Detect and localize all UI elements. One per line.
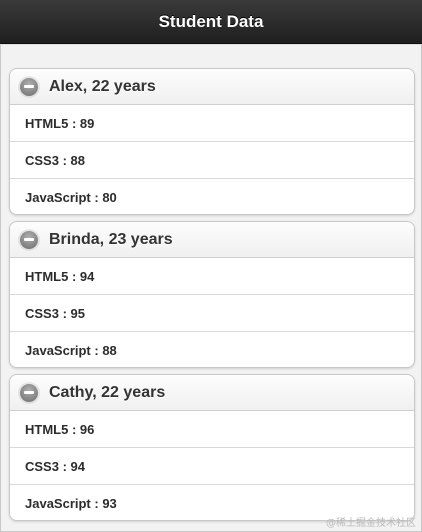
student-card-cathy: Cathy, 22 years HTML5 : 96 CSS3 : 94 Jav…: [9, 374, 415, 521]
page-header: Student Data: [0, 0, 422, 44]
student-name: Alex, 22 years: [49, 77, 156, 95]
list-item: HTML5 : 89: [10, 105, 414, 142]
list-item: CSS3 : 94: [10, 448, 414, 485]
list-item: JavaScript : 80: [10, 179, 414, 214]
list-item: JavaScript : 88: [10, 332, 414, 367]
minus-circle-icon[interactable]: [20, 230, 38, 249]
list-item: HTML5 : 94: [10, 258, 414, 295]
collapsible-header[interactable]: Brinda, 23 years: [10, 222, 414, 258]
content-area: Alex, 22 years HTML5 : 89 CSS3 : 88 Java…: [0, 45, 422, 532]
student-card-brinda: Brinda, 23 years HTML5 : 94 CSS3 : 95 Ja…: [9, 221, 415, 368]
list-item: CSS3 : 95: [10, 295, 414, 332]
page-title: Student Data: [158, 11, 264, 31]
list-item: HTML5 : 96: [10, 411, 414, 448]
collapsible-header[interactable]: Cathy, 22 years: [10, 375, 414, 411]
watermark: @稀土掘金技术社区: [326, 518, 416, 529]
student-name: Cathy, 22 years: [49, 383, 166, 401]
minus-circle-icon[interactable]: [20, 77, 38, 96]
minus-circle-icon[interactable]: [20, 383, 38, 402]
list-item: CSS3 : 88: [10, 142, 414, 179]
student-name: Brinda, 23 years: [49, 230, 173, 248]
student-card-alex: Alex, 22 years HTML5 : 89 CSS3 : 88 Java…: [9, 68, 415, 215]
collapsible-header[interactable]: Alex, 22 years: [10, 69, 414, 105]
